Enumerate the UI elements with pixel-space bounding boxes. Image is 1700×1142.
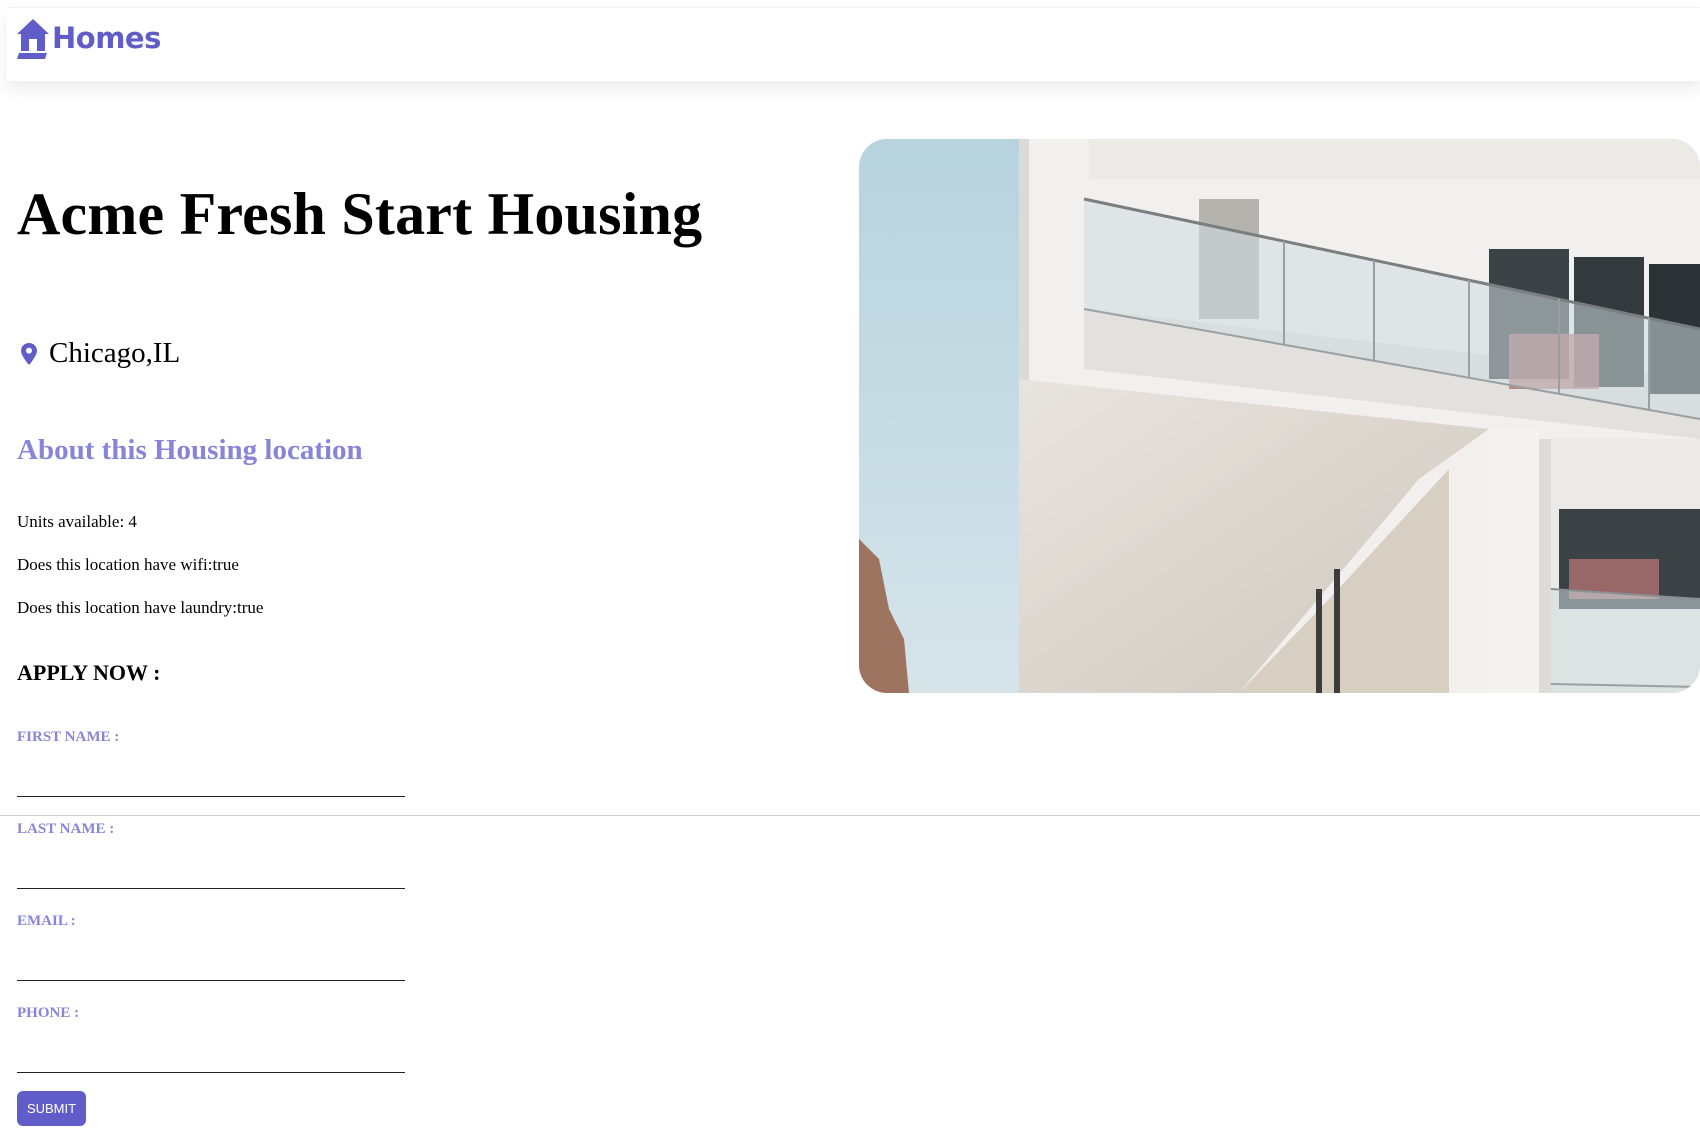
about-heading: About this Housing location	[17, 434, 363, 466]
laundry-info: Does this location have laundry:true	[17, 598, 264, 617]
phone-field[interactable]	[17, 1043, 405, 1073]
submit-button[interactable]: SUBMIT	[17, 1091, 86, 1126]
wifi-info: Does this location have wifi:true	[17, 555, 239, 574]
map-pin-icon	[21, 342, 37, 365]
divider	[0, 815, 1700, 816]
listing-title: Acme Fresh Start Housing	[17, 181, 703, 247]
last-name-label: LAST NAME :	[17, 821, 115, 837]
brand-name: Homes	[52, 21, 161, 55]
listing-photo	[859, 139, 1700, 693]
listing-location: Chicago,IL	[21, 337, 180, 370]
location-text: Chicago,IL	[49, 337, 181, 369]
apply-heading: APPLY NOW :	[17, 660, 161, 685]
building-photo	[859, 139, 1700, 693]
house-icon	[16, 17, 50, 59]
phone-label: PHONE :	[17, 1005, 80, 1021]
email-field[interactable]	[17, 951, 405, 981]
units-available: Units available: 4	[17, 512, 137, 531]
brand-logo-link[interactable]: Homes	[16, 17, 161, 59]
first-name-field[interactable]	[17, 767, 405, 797]
first-name-label: FIRST NAME :	[17, 729, 120, 745]
email-label: EMAIL :	[17, 913, 76, 929]
top-nav: Homes	[7, 7, 1700, 81]
last-name-field[interactable]	[17, 859, 405, 889]
